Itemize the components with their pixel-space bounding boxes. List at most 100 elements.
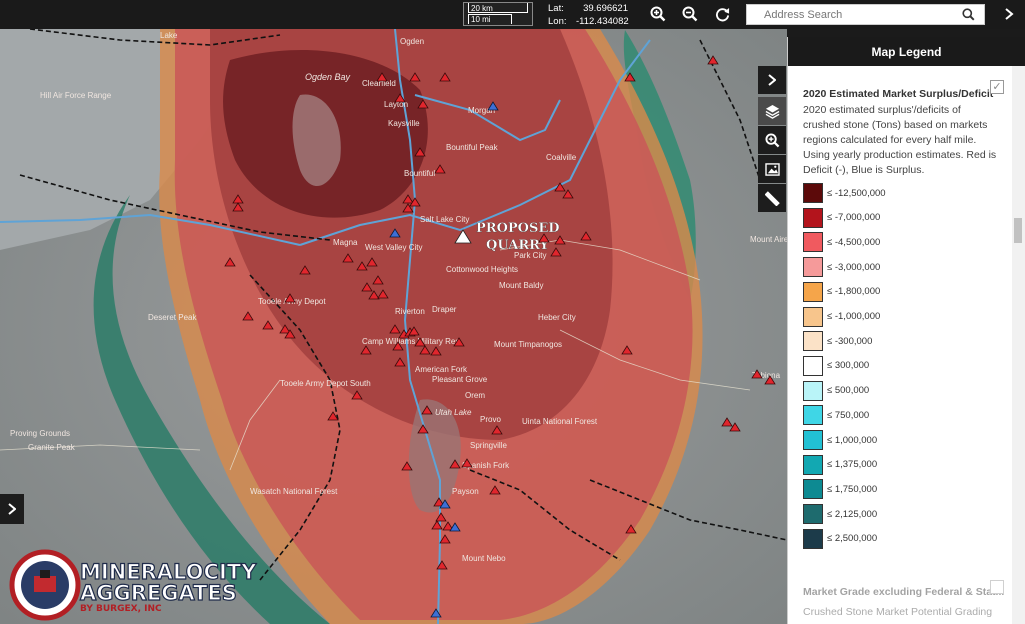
scale-bar: 20 km 10 mi xyxy=(463,2,533,26)
legend-swatch xyxy=(803,183,823,203)
zoom-to-button[interactable] xyxy=(758,126,786,154)
place-label: Salt Lake City xyxy=(420,215,469,224)
layers-icon xyxy=(765,104,779,119)
layers-button[interactable] xyxy=(758,97,786,125)
image-icon xyxy=(764,162,780,176)
legend-swatch xyxy=(803,380,823,401)
legend-item-label: ≤ 1,000,000 xyxy=(827,434,878,446)
zoom-in-icon xyxy=(650,6,666,22)
legend-item: ≤ -7,000,000 xyxy=(803,207,880,228)
collapse-legend-button[interactable] xyxy=(758,66,786,94)
legend-swatch xyxy=(803,355,823,376)
legend-item-label: ≤ 750,000 xyxy=(827,409,870,421)
legend-item: ≤ -4,500,000 xyxy=(803,232,881,253)
zoom-in-button[interactable] xyxy=(644,2,672,26)
legend-swatch xyxy=(803,479,823,500)
refresh-button[interactable] xyxy=(708,2,736,26)
place-label: Mount Baldy xyxy=(499,281,543,290)
legend-item: ≤ 2,125,000 xyxy=(803,504,878,525)
place-label: Payson xyxy=(452,487,479,496)
scrollbar-thumb[interactable] xyxy=(1014,218,1022,243)
legend-item: ≤ -300,000 xyxy=(803,331,873,352)
layer2-description: Crushed Stone Market Potential Grading xyxy=(803,606,993,618)
place-label: Lake xyxy=(160,31,178,40)
basemap-button[interactable] xyxy=(758,155,786,183)
panel-toggle-button[interactable] xyxy=(995,2,1023,26)
legend-scrollbar[interactable] xyxy=(1012,66,1025,624)
place-label: Tooele Army Depot South xyxy=(280,379,371,388)
legend-item: ≤ 500,000 xyxy=(803,380,869,401)
legend-item-label: ≤ 2,125,000 xyxy=(827,508,878,520)
map-canvas[interactable]: PROPOSED QUARRY Ogden Ogden Bay Hill Air… xyxy=(0,29,787,624)
legend-swatch xyxy=(803,454,823,475)
latitude-readout: Lat: 39.696621 xyxy=(548,3,628,14)
place-label: Magna xyxy=(333,238,358,247)
latitude-value: 39.696621 xyxy=(583,3,628,14)
place-label: Mount Aire xyxy=(750,235,787,244)
scale-km-label: 20 km xyxy=(471,4,493,13)
legend-item-label: ≤ -3,000,000 xyxy=(827,261,881,273)
longitude-value: -112.434082 xyxy=(576,16,629,27)
place-label: Proving Grounds xyxy=(10,429,70,438)
place-label: Draper xyxy=(432,305,457,314)
legend-swatch xyxy=(803,306,823,327)
layer2-checkbox[interactable] xyxy=(990,580,1004,594)
legend-swatch xyxy=(803,331,823,352)
measure-button[interactable] xyxy=(758,184,786,212)
address-search-input[interactable] xyxy=(747,5,947,25)
legend-swatch xyxy=(803,430,823,450)
layer1-checkbox[interactable]: ✓ xyxy=(990,80,1004,94)
scale-mi-label: 10 mi xyxy=(471,15,491,24)
address-search xyxy=(746,4,985,25)
place-label: Orem xyxy=(465,391,485,400)
place-label: Granite Peak xyxy=(28,443,76,452)
legend-item-label: ≤ 1,750,000 xyxy=(827,483,878,495)
place-label: Provo xyxy=(480,415,501,424)
legend-item: ≤ 1,000,000 xyxy=(803,430,877,450)
legend-item-label: ≤ 300,000 xyxy=(827,360,870,372)
layer1-description: 2020 estimated surplus'/deficits of crus… xyxy=(803,104,997,176)
place-label: Park City xyxy=(514,251,546,260)
expand-left-panel-button[interactable] xyxy=(0,494,24,524)
legend-item: ≤ 750,000 xyxy=(803,405,870,426)
legend-item-label: ≤ -300,000 xyxy=(827,335,873,347)
place-label: Ogden Bay xyxy=(305,72,351,82)
place-label: Uinta National Forest xyxy=(522,417,598,426)
refresh-icon xyxy=(715,7,729,21)
chevron-right-icon xyxy=(8,503,16,515)
place-label: Ogden xyxy=(400,37,424,46)
place-label: Mount Timpanogos xyxy=(494,340,562,349)
legend-swatch xyxy=(803,281,823,302)
legend-swatch xyxy=(803,405,823,426)
legend-swatch xyxy=(803,232,823,253)
legend-swatch xyxy=(803,207,823,228)
legend-item-label: ≤ -12,500,000 xyxy=(827,187,886,199)
logo-line2: AGGREGATES xyxy=(80,581,237,605)
place-label: Camp Williams Military Res xyxy=(362,337,459,346)
chevron-right-icon xyxy=(768,74,776,86)
place-label: Springville xyxy=(470,441,507,450)
proposed-label: PROPOSED xyxy=(476,221,560,236)
legend-item-label: ≤ -4,500,000 xyxy=(827,236,881,248)
place-label: Heber City xyxy=(538,313,576,322)
place-label: American Fork xyxy=(415,365,468,374)
logo-line3: BY BURGEX, INC xyxy=(80,604,162,614)
legend-item: ≤ -1,000,000 xyxy=(803,306,880,327)
legend-item: ≤ 300,000 xyxy=(803,355,870,376)
place-label: Cottonwood Heights xyxy=(446,265,518,274)
place-label: Bountiful Peak xyxy=(446,143,499,152)
legend-item: ≤ 1,750,000 xyxy=(803,479,878,500)
legend-item: ≤ -1,800,000 xyxy=(803,281,880,302)
legend-swatch xyxy=(803,528,823,549)
longitude-readout: Lon: -112.434082 xyxy=(548,16,629,27)
zoom-out-button[interactable] xyxy=(676,2,704,26)
map-legend-panel: Map Legend 2020 Estimated Market Surplus… xyxy=(787,37,1025,624)
top-toolbar: 20 km 10 mi Lat: 39.696621 Lon: -112.43408… xyxy=(0,0,1025,29)
ruler-icon xyxy=(764,190,780,206)
legend-item: ≤ -12,500,000 xyxy=(803,183,886,203)
search-icon[interactable] xyxy=(962,8,975,21)
chevron-right-icon xyxy=(1005,8,1014,20)
place-label: West Valley City xyxy=(365,243,423,252)
layer2-title: Market Grade excluding Federal & Stat... xyxy=(803,586,1005,598)
place-label: Deseret Peak xyxy=(148,313,197,322)
